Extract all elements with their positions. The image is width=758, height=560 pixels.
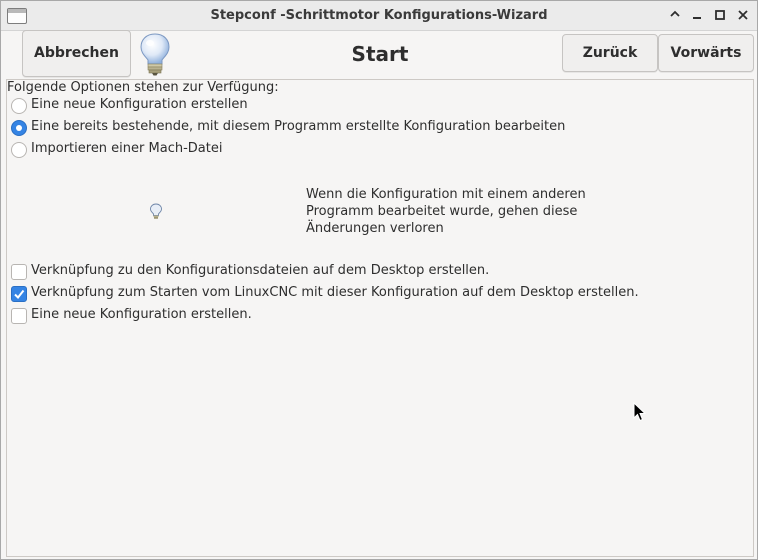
- edit-warning-note: Wenn die Konfiguration mit einem anderen…: [306, 186, 606, 237]
- checkmark-icon: [14, 289, 25, 300]
- note-line: Wenn die Konfiguration mit einem anderen: [306, 187, 586, 202]
- title-bar[interactable]: Stepconf -Schrittmotor Konfigurations-Wi…: [1, 1, 757, 31]
- minimize-icon[interactable]: [687, 6, 707, 26]
- radio-button-selected[interactable]: [11, 120, 27, 136]
- checkbox-label: Eine neue Konfiguration erstellen.: [31, 307, 252, 322]
- radio-button[interactable]: [11, 98, 27, 114]
- wizard-window: Stepconf -Schrittmotor Konfigurations-Wi…: [0, 0, 758, 560]
- checkbox-checked[interactable]: [11, 286, 27, 302]
- checkbox-label: Verknüpfung zum Starten vom LinuxCNC mit…: [31, 285, 639, 300]
- radio-button[interactable]: [11, 142, 27, 158]
- maximize-icon[interactable]: [710, 6, 730, 26]
- checkbox[interactable]: [11, 308, 27, 324]
- checkbox-label: Verknüpfung zu den Konfigurationsdateien…: [31, 263, 490, 278]
- radio-label: Importieren einer Mach-Datei: [31, 141, 223, 156]
- hint-lightbulb-icon: [149, 203, 163, 224]
- window-title: Stepconf -Schrittmotor Konfigurations-Wi…: [210, 8, 548, 23]
- chevron-up-icon[interactable]: [665, 6, 685, 26]
- note-line: Änderungen verloren: [306, 221, 444, 236]
- note-line: Programm bearbeitet wurde, gehen diese: [306, 204, 578, 219]
- mouse-pointer-icon: [633, 401, 647, 426]
- radio-label: Eine bereits bestehende, mit diesem Prog…: [31, 119, 566, 134]
- close-icon[interactable]: [733, 6, 753, 26]
- checkbox[interactable]: [11, 264, 27, 280]
- radio-label: Eine neue Konfiguration erstellen: [31, 97, 248, 112]
- options-intro: Folgende Optionen stehen zur Verfügung:: [7, 80, 279, 95]
- forward-button[interactable]: Vorwärts: [658, 34, 754, 72]
- back-button[interactable]: Zurück: [562, 34, 658, 72]
